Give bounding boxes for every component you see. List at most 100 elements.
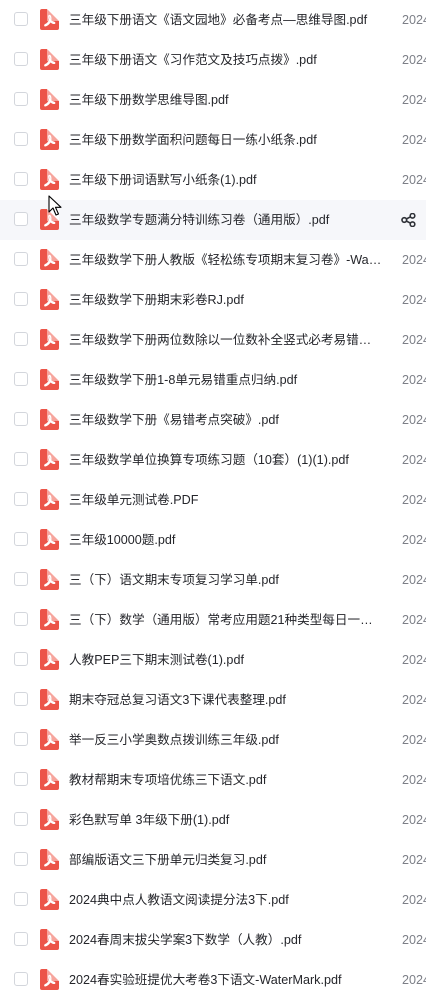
- row-checkbox[interactable]: [14, 292, 28, 306]
- file-row[interactable]: 三年级下册词语默写小纸条(1).pdf 2024: [0, 160, 426, 200]
- file-name[interactable]: 教材帮期末专项培优练三下语文.pdf: [69, 760, 383, 800]
- file-row[interactable]: 人教PEP三下期末测试卷(1).pdf 2024: [0, 640, 426, 680]
- file-row[interactable]: 部编版语文三下册单元归类复习.pdf 2024: [0, 840, 426, 880]
- file-row[interactable]: 三（下）语文期末专项复习学习单.pdf 2024: [0, 560, 426, 600]
- file-name[interactable]: 三年级10000题.pdf: [69, 520, 383, 560]
- row-checkbox[interactable]: [14, 52, 28, 66]
- row-checkbox[interactable]: [14, 452, 28, 466]
- file-row[interactable]: 三年级下册语文《语文园地》必备考点—思维导图.pdf 2024: [0, 0, 426, 40]
- row-checkbox[interactable]: [14, 332, 28, 346]
- row-checkbox[interactable]: [14, 652, 28, 666]
- pdf-file-icon: [40, 569, 59, 590]
- file-row[interactable]: 三年级数学专题满分特训练习卷（通用版）.pdf: [0, 200, 426, 240]
- row-checkbox[interactable]: [14, 692, 28, 706]
- share-icon[interactable]: [401, 213, 416, 227]
- file-row[interactable]: 2024春周末拔尖学案3下数学（人教）.pdf 2024: [0, 920, 426, 960]
- pdf-file-icon: [40, 209, 59, 230]
- file-row[interactable]: 2024春实验班提优大考卷3下语文-WaterMark.pdf 2024: [0, 960, 426, 1000]
- pdf-file-icon: [40, 409, 59, 430]
- file-name[interactable]: 三（下）数学（通用版）常考应用题21种类型每日一练（含答案）.pdf: [69, 600, 383, 640]
- row-checkbox[interactable]: [14, 172, 28, 186]
- row-checkbox[interactable]: [14, 972, 28, 986]
- file-date: 2024: [402, 853, 426, 867]
- file-row[interactable]: 三年级数学单位换算专项练习题（10套）(1)(1).pdf 2024: [0, 440, 426, 480]
- file-row[interactable]: 三年级数学下册期末彩卷RJ.pdf 2024: [0, 280, 426, 320]
- row-checkbox[interactable]: [14, 732, 28, 746]
- pdf-file-icon: [40, 289, 59, 310]
- file-row[interactable]: 三年级数学下册两位数除以一位数补全竖式必考易错题专项练习.pdf 2024: [0, 320, 426, 360]
- file-date: 2024: [402, 653, 426, 667]
- row-checkbox[interactable]: [14, 132, 28, 146]
- file-name[interactable]: 三年级下册数学面积问题每日一练小纸条.pdf: [69, 120, 383, 160]
- pdf-file-icon: [40, 169, 59, 190]
- pdf-file-icon: [40, 49, 59, 70]
- file-row[interactable]: 三年级下册数学面积问题每日一练小纸条.pdf 2024: [0, 120, 426, 160]
- file-name[interactable]: 三年级下册数学思维导图.pdf: [69, 80, 383, 120]
- file-date: 2024: [402, 173, 426, 187]
- file-date: 2024: [402, 813, 426, 827]
- file-name[interactable]: 三（下）语文期末专项复习学习单.pdf: [69, 560, 383, 600]
- file-name[interactable]: 三年级下册语文《语文园地》必备考点—思维导图.pdf: [69, 0, 383, 40]
- pdf-file-icon: [40, 249, 59, 270]
- row-checkbox[interactable]: [14, 932, 28, 946]
- file-name[interactable]: 人教PEP三下期末测试卷(1).pdf: [69, 640, 383, 680]
- row-checkbox[interactable]: [14, 532, 28, 546]
- file-name[interactable]: 三年级数学下册1-8单元易错重点归纳.pdf: [69, 360, 383, 400]
- file-name[interactable]: 举一反三小学奥数点拨训练三年级.pdf: [69, 720, 383, 760]
- row-checkbox[interactable]: [14, 492, 28, 506]
- file-name[interactable]: 三年级数学专题满分特训练习卷（通用版）.pdf: [69, 200, 383, 240]
- row-checkbox[interactable]: [14, 412, 28, 426]
- file-row[interactable]: 三年级数学下册《易错考点突破》.pdf 2024: [0, 400, 426, 440]
- row-checkbox[interactable]: [14, 852, 28, 866]
- file-name[interactable]: 2024春周末拔尖学案3下数学（人教）.pdf: [69, 920, 383, 960]
- file-name[interactable]: 三年级数学下册两位数除以一位数补全竖式必考易错题专项练习.pdf: [69, 320, 383, 360]
- row-checkbox[interactable]: [14, 892, 28, 906]
- file-name[interactable]: 三年级数学下册期末彩卷RJ.pdf: [69, 280, 383, 320]
- row-checkbox[interactable]: [14, 372, 28, 386]
- row-checkbox[interactable]: [14, 612, 28, 626]
- file-row[interactable]: 三年级下册语文《习作范文及技巧点拨》.pdf 2024: [0, 40, 426, 80]
- file-row[interactable]: 三年级数学下册1-8单元易错重点归纳.pdf 2024: [0, 360, 426, 400]
- file-date: 2024: [402, 453, 426, 467]
- pdf-file-icon: [40, 769, 59, 790]
- file-name[interactable]: 2024春实验班提优大考卷3下语文-WaterMark.pdf: [69, 960, 383, 1000]
- row-checkbox[interactable]: [14, 772, 28, 786]
- file-row[interactable]: 教材帮期末专项培优练三下语文.pdf 2024: [0, 760, 426, 800]
- file-name[interactable]: 三年级单元测试卷.PDF: [69, 480, 383, 520]
- pdf-file-icon: [40, 369, 59, 390]
- file-name[interactable]: 三年级下册词语默写小纸条(1).pdf: [69, 160, 383, 200]
- file-name[interactable]: 三年级数学单位换算专项练习题（10套）(1)(1).pdf: [69, 440, 383, 480]
- file-row[interactable]: 期末夺冠总复习语文3下课代表整理.pdf 2024: [0, 680, 426, 720]
- file-date: 2024: [402, 493, 426, 507]
- row-checkbox[interactable]: [14, 812, 28, 826]
- pdf-file-icon: [40, 889, 59, 910]
- file-row[interactable]: 举一反三小学奥数点拨训练三年级.pdf 2024: [0, 720, 426, 760]
- file-row[interactable]: 2024典中点人教语文阅读提分法3下.pdf 2024: [0, 880, 426, 920]
- row-checkbox[interactable]: [14, 12, 28, 26]
- file-row[interactable]: 三年级下册数学思维导图.pdf 2024: [0, 80, 426, 120]
- file-date: 2024: [402, 53, 426, 67]
- pdf-file-icon: [40, 329, 59, 350]
- pdf-file-icon: [40, 129, 59, 150]
- file-name[interactable]: 三年级数学下册《易错考点突破》.pdf: [69, 400, 383, 440]
- file-name[interactable]: 部编版语文三下册单元归类复习.pdf: [69, 840, 383, 880]
- file-row[interactable]: 三年级数学下册人教版《轻松练专项期末复习卷》-WaterMark.pdf 2024: [0, 240, 426, 280]
- pdf-file-icon: [40, 89, 59, 110]
- file-date: 2024: [402, 933, 426, 947]
- file-name[interactable]: 三年级下册语文《习作范文及技巧点拨》.pdf: [69, 40, 383, 80]
- file-date: 2024: [402, 533, 426, 547]
- row-checkbox[interactable]: [14, 572, 28, 586]
- file-name[interactable]: 彩色默写单 3年级下册(1).pdf: [69, 800, 383, 840]
- file-name[interactable]: 2024典中点人教语文阅读提分法3下.pdf: [69, 880, 383, 920]
- file-name[interactable]: 三年级数学下册人教版《轻松练专项期末复习卷》-WaterMark.pdf: [69, 240, 383, 280]
- file-row[interactable]: 三（下）数学（通用版）常考应用题21种类型每日一练（含答案）.pdf 2024: [0, 600, 426, 640]
- row-checkbox[interactable]: [14, 252, 28, 266]
- file-name[interactable]: 期末夺冠总复习语文3下课代表整理.pdf: [69, 680, 383, 720]
- file-row[interactable]: 三年级10000题.pdf 2024: [0, 520, 426, 560]
- file-date: 2024: [402, 773, 426, 787]
- row-checkbox[interactable]: [14, 212, 28, 226]
- file-row[interactable]: 彩色默写单 3年级下册(1).pdf 2024: [0, 800, 426, 840]
- file-row[interactable]: 三年级单元测试卷.PDF 2024: [0, 480, 426, 520]
- row-checkbox[interactable]: [14, 92, 28, 106]
- file-date: 2024: [402, 253, 426, 267]
